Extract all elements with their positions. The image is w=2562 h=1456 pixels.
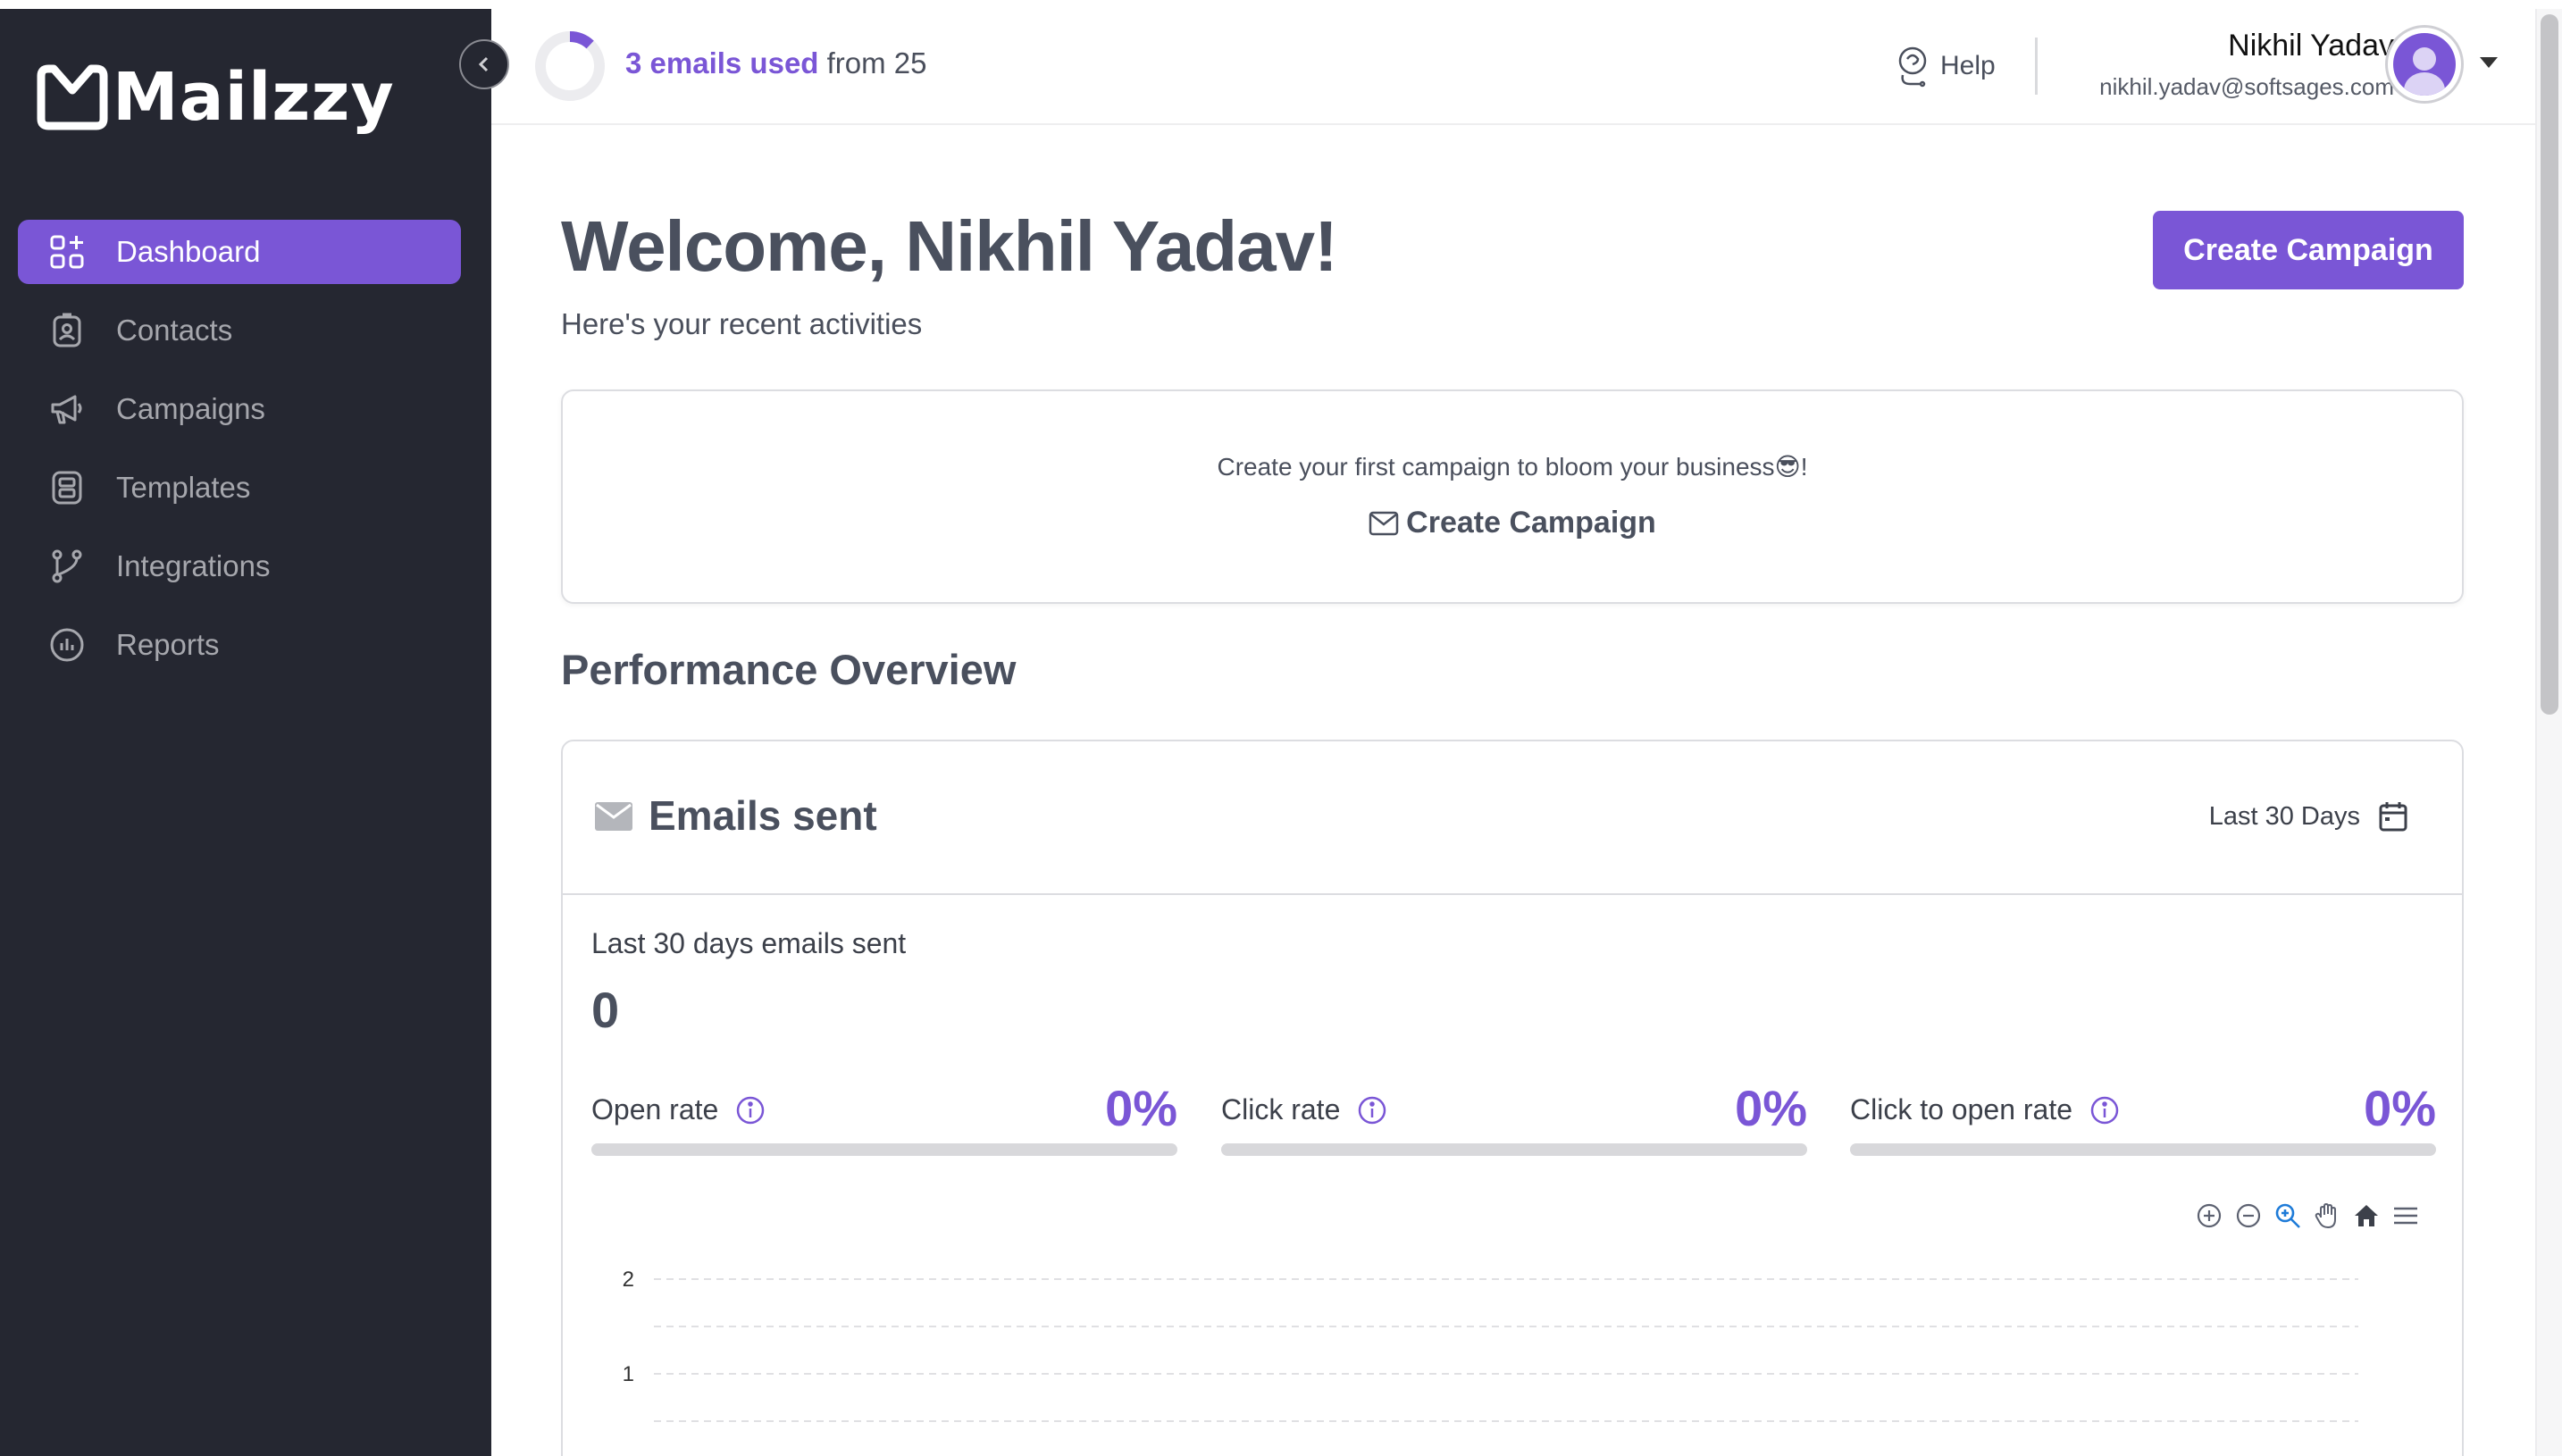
mail-icon (595, 802, 632, 831)
metric-click-rate: Click rate 0% (1221, 1074, 1807, 1156)
envelope-icon (1369, 511, 1399, 535)
sidebar-item-integrations[interactable]: Integrations (18, 534, 461, 598)
avatar[interactable] (2385, 25, 2464, 104)
emails-sent-card: Emails sent Last 30 Days Last 30 days em… (561, 740, 2464, 1456)
metric-open-rate: Open rate 0% (591, 1074, 1177, 1156)
metric-label: Click rate (1221, 1093, 1388, 1126)
branch-icon (48, 548, 86, 585)
scrollbar-thumb[interactable] (2541, 14, 2558, 715)
page-scrollbar[interactable] (2535, 9, 2562, 1456)
stat-label: Last 30 days emails sent (591, 927, 907, 959)
info-icon[interactable] (1356, 1094, 1388, 1126)
contacts-icon (48, 312, 86, 349)
usage-progress-ring (535, 31, 605, 101)
sidebar-item-label: Reports (116, 628, 220, 661)
create-campaign-link-label: Create Campaign (1406, 506, 1656, 540)
sidebar-nav: Dashboard Contacts Campaigns Templates I… (18, 220, 461, 691)
performance-overview-title: Performance Overview (561, 646, 1017, 693)
sidebar-collapse-button[interactable] (459, 39, 509, 89)
sidebar: Mailzzy Dashboard Contacts Campaigns Tem… (0, 9, 491, 1456)
sidebar-item-label: Contacts (116, 314, 233, 347)
reset-home-icon[interactable] (2351, 1201, 2382, 1231)
stat-value: 0 (591, 982, 620, 1038)
help-icon (1898, 46, 1927, 88)
template-icon (48, 469, 86, 506)
info-icon[interactable] (2089, 1094, 2121, 1126)
help-link[interactable]: Help (1894, 45, 1996, 88)
first-campaign-card: Create your first campaign to bloom your… (561, 389, 2464, 604)
mailzzy-logo-icon (37, 64, 108, 130)
selection-zoom-icon[interactable] (2273, 1201, 2303, 1231)
brand-name: Mailzzy (113, 59, 395, 136)
sidebar-item-templates[interactable]: Templates (18, 456, 461, 520)
zoom-in-icon[interactable] (2194, 1201, 2224, 1231)
help-label: Help (1940, 51, 1996, 80)
metric-label-text: Open rate (591, 1093, 719, 1125)
user-email: nikhil.yadav@softsages.com (2099, 73, 2394, 100)
metric-label-text: Click to open rate (1850, 1093, 2073, 1125)
dashboard-icon (48, 233, 86, 271)
metric-value: 0% (1735, 1080, 1807, 1136)
metric-click-to-open-rate: Click to open rate 0% (1850, 1074, 2436, 1156)
metric-progress-bar (591, 1143, 1177, 1156)
user-menu-caret-icon[interactable] (2480, 57, 2498, 68)
megaphone-icon (48, 390, 86, 428)
create-campaign-link[interactable]: Create Campaign (563, 506, 2462, 540)
metric-label-text: Click rate (1221, 1093, 1341, 1125)
usage-total: from 25 (818, 46, 927, 79)
sidebar-item-dashboard[interactable]: Dashboard (18, 220, 461, 284)
card-header: Emails sent Last 30 Days (563, 741, 2462, 895)
metric-label: Click to open rate (1850, 1093, 2121, 1126)
y-tick-label: 2 (623, 1268, 634, 1292)
page-title: Welcome, Nikhil Yadav! (561, 206, 1338, 286)
top-strip (0, 0, 2562, 9)
metric-value: 0% (1105, 1080, 1177, 1136)
sidebar-item-campaigns[interactable]: Campaigns (18, 377, 461, 441)
sidebar-item-label: Campaigns (116, 392, 265, 425)
promo-text: Create your first campaign to bloom your… (1217, 453, 1808, 481)
y-tick-label: 1 (623, 1362, 634, 1386)
usage-used: 3 emails used (625, 46, 819, 79)
chart-icon (48, 626, 86, 664)
card-title: Emails sent (649, 792, 877, 839)
sidebar-item-contacts[interactable]: Contacts (18, 298, 461, 363)
date-range-picker[interactable]: Last 30 Days (2209, 800, 2408, 833)
create-campaign-button[interactable]: Create Campaign (2153, 211, 2464, 289)
usage-summary: 3 emails used from 25 (625, 46, 927, 80)
user-avatar-icon (2393, 33, 2456, 96)
sidebar-item-label: Dashboard (116, 235, 261, 268)
user-name: Nikhil Yadav (2228, 29, 2394, 63)
info-icon[interactable] (734, 1094, 766, 1126)
date-range-label: Last 30 Days (2208, 801, 2360, 831)
brand-logo[interactable]: Mailzzy (34, 59, 395, 136)
metric-progress-bar (1221, 1143, 1807, 1156)
sidebar-item-label: Templates (116, 471, 251, 504)
metric-label: Open rate (591, 1093, 766, 1126)
emails-sent-chart: 21 (623, 1268, 2358, 1422)
chevron-left-icon (478, 56, 489, 72)
zoom-out-icon[interactable] (2233, 1201, 2264, 1231)
sidebar-item-reports[interactable]: Reports (18, 613, 461, 677)
sidebar-item-label: Integrations (116, 549, 271, 582)
metric-value: 0% (2364, 1080, 2436, 1136)
calendar-icon (2379, 802, 2407, 832)
header-divider (2035, 38, 2038, 95)
top-header: 3 emails used from 25 Help Nikhil Yadav … (491, 9, 2535, 125)
metric-progress-bar (1850, 1143, 2436, 1156)
page-subtitle: Here's your recent activities (561, 307, 923, 340)
chart-toolbar (2194, 1201, 2430, 1231)
chart-menu-icon[interactable] (2390, 1201, 2421, 1231)
pan-hand-icon[interactable] (2312, 1201, 2342, 1231)
